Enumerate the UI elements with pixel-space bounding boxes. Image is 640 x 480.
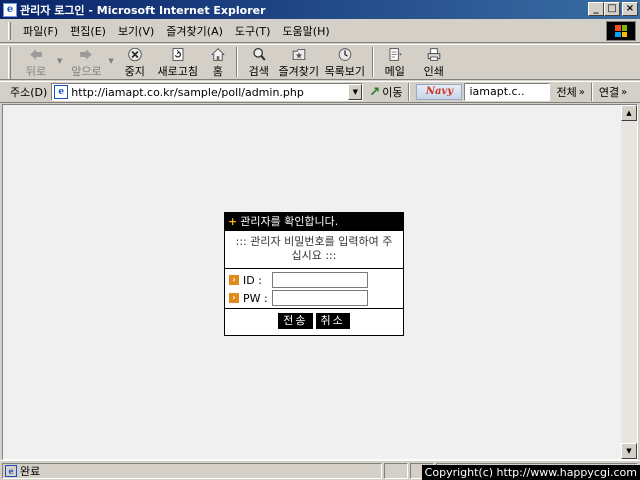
copyright-overlay: Copyright(c) http://www.happycgi.com — [421, 465, 640, 480]
admin-login-box: + 관리자를 확인합니다. ::: 관리자 비밀번호를 입력하여 주십시요 :::… — [224, 212, 404, 336]
scroll-down-icon[interactable]: ▼ — [621, 443, 637, 459]
back-label: 뒤로 — [25, 65, 47, 78]
stop-label: 중지 — [124, 65, 145, 78]
login-buttons: 전송 취소 — [225, 309, 403, 333]
history-icon — [338, 48, 352, 61]
pw-row: › PW : — [229, 289, 403, 307]
back-arrow-icon — [30, 49, 42, 60]
back-button[interactable]: 뒤로 — [17, 45, 55, 79]
cancel-button[interactable]: 취소 — [315, 313, 350, 329]
address-input[interactable]: e http://iamapt.co.kr/sample/poll/admin.… — [51, 83, 364, 101]
navy-logo[interactable]: Navy — [416, 84, 463, 100]
page-viewport: + 관리자를 확인합니다. ::: 관리자 비밀번호를 입력하여 주십시요 :::… — [2, 104, 638, 460]
links-button[interactable]: 연결 — [599, 84, 619, 100]
mail-label: 메일 — [384, 65, 405, 78]
search-icon — [253, 48, 266, 61]
menu-bar: 파일(F) 편집(E) 보기(V) 즐겨찾기(A) 도구(T) 도움말(H) — [0, 19, 640, 43]
plus-icon: + — [228, 215, 238, 228]
links-chevron-icon[interactable]: » — [621, 87, 627, 98]
ie-icon[interactable]: e — [3, 2, 17, 17]
go-button[interactable]: ↗ 이동 — [369, 84, 402, 100]
scroll-up-icon[interactable]: ▲ — [621, 105, 637, 121]
forward-arrow-icon — [80, 49, 93, 60]
toolbar-separator — [235, 47, 238, 77]
title-bar: e 관리자 로그인 - Microsoft Internet Explorer … — [0, 0, 640, 19]
page-icon: e — [54, 85, 69, 99]
id-row: › ID : — [229, 271, 403, 289]
address-label: 주소(D) — [10, 86, 48, 99]
forward-button[interactable]: 앞으로 — [66, 45, 106, 79]
window-title: 관리자 로그인 - Microsoft Internet Explorer — [20, 3, 266, 17]
login-message: ::: 관리자 비밀번호를 입력하여 주십시요 ::: — [225, 231, 403, 269]
print-label: 인쇄 — [423, 65, 444, 78]
navy-chevron-icon[interactable]: » — [579, 87, 585, 98]
window-controls: _ □ × — [588, 2, 638, 16]
submit-button[interactable]: 전송 — [278, 313, 313, 329]
menu-view[interactable]: 보기(V) — [112, 23, 160, 39]
login-header: + 관리자를 확인합니다. — [225, 213, 403, 231]
pw-label: PW : — [243, 291, 268, 305]
history-label: 목록보기 — [324, 65, 366, 78]
maximize-button[interactable]: □ — [604, 2, 620, 16]
bullet-arrow-icon: › — [229, 293, 239, 303]
print-icon — [427, 48, 441, 61]
toolbar-separator — [371, 47, 374, 77]
mail-icon — [389, 48, 402, 61]
address-separator — [590, 83, 593, 101]
refresh-icon — [172, 48, 184, 61]
navy-all-button[interactable]: 전체 — [556, 84, 576, 100]
refresh-button[interactable]: 새로고침 — [152, 45, 204, 79]
stop-icon — [128, 47, 142, 62]
navy-search-input[interactable]: iamapt.c.. — [464, 83, 551, 101]
home-button[interactable]: 홈 — [204, 45, 232, 79]
id-label: ID : — [243, 273, 262, 287]
go-label: 이동 — [382, 86, 403, 99]
forward-label: 앞으로 — [71, 65, 102, 78]
favorites-label: 즐겨찾기 — [278, 65, 320, 78]
stop-button[interactable]: 중지 — [118, 45, 152, 79]
toolbar-grip[interactable] — [8, 47, 11, 79]
login-header-text: 관리자를 확인합니다. — [240, 215, 339, 228]
back-dropdown-icon[interactable]: ▼ — [57, 57, 62, 65]
done-page-icon: e — [5, 464, 17, 477]
status-main-pane: e 완료 — [2, 462, 382, 479]
address-dropdown-icon[interactable]: ▼ — [348, 84, 363, 100]
home-label: 홈 — [212, 65, 223, 78]
close-button[interactable]: × — [622, 2, 638, 16]
address-url[interactable]: http://iamapt.co.kr/sample/poll/admin.ph… — [71, 86, 304, 99]
forward-dropdown-icon[interactable]: ▼ — [108, 57, 113, 65]
favorites-button[interactable]: 즐겨찾기 — [276, 45, 322, 79]
status-zone-pane — [384, 462, 408, 479]
print-button[interactable]: 인쇄 — [412, 45, 456, 79]
search-button[interactable]: 검색 — [242, 45, 276, 79]
menu-grip[interactable] — [8, 21, 11, 40]
minimize-button[interactable]: _ — [588, 2, 604, 16]
menu-file[interactable]: 파일(F) — [17, 23, 64, 39]
home-icon — [210, 48, 225, 61]
menu-tools[interactable]: 도구(T) — [229, 23, 277, 39]
status-text: 완료 — [20, 464, 41, 478]
address-bar: 주소(D) e http://iamapt.co.kr/sample/poll/… — [0, 81, 640, 103]
login-fields: › ID : › PW : — [225, 269, 403, 309]
search-label: 검색 — [248, 65, 269, 78]
bullet-arrow-icon: › — [229, 275, 239, 285]
menu-help[interactable]: 도움말(H) — [276, 23, 335, 39]
menu-favorites[interactable]: 즐겨찾기(A) — [160, 23, 229, 39]
id-input[interactable] — [272, 272, 368, 288]
history-button[interactable]: 목록보기 — [322, 45, 368, 79]
address-separator — [408, 83, 411, 101]
menu-edit[interactable]: 편집(E) — [64, 23, 112, 39]
standard-toolbar: 뒤로 ▼ 앞으로 ▼ 중지 새로고침 홈 검색 즐겨찾기 목록보기 메일 인쇄 — [0, 44, 640, 80]
refresh-label: 새로고침 — [157, 65, 199, 78]
windows-logo-icon — [606, 21, 636, 41]
mail-button[interactable]: 메일 — [378, 45, 412, 79]
pw-input[interactable] — [272, 290, 368, 306]
favorites-folder-icon — [292, 49, 306, 60]
vertical-scrollbar[interactable]: ▲ ▼ — [621, 105, 637, 459]
go-arrow-icon: ↗ — [369, 84, 381, 100]
